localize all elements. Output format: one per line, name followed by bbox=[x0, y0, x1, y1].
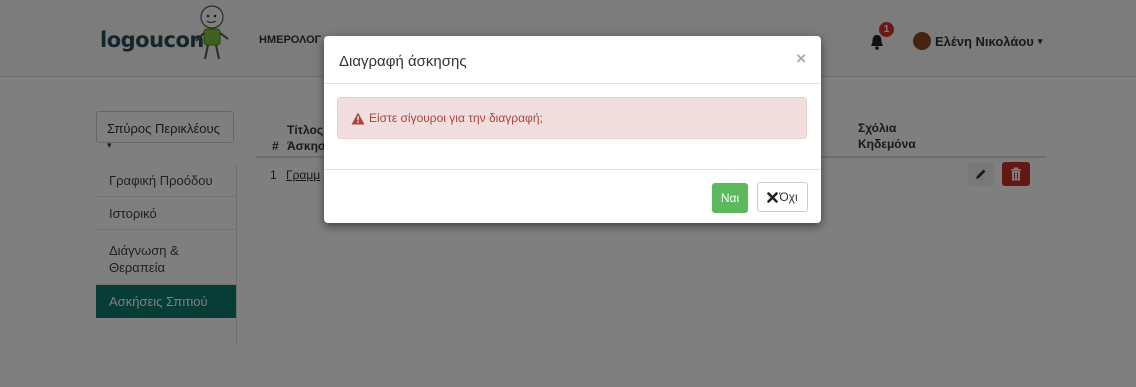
confirm-yes-button[interactable]: Ναι bbox=[712, 183, 748, 213]
delete-confirm-modal: Διαγραφή άσκησης × Είστε σίγουροι για τη… bbox=[324, 36, 821, 223]
warning-alert: Είστε σίγουροι για την διαγραφή; bbox=[337, 97, 807, 139]
alert-text: Είστε σίγουροι για την διαγραφή; bbox=[369, 111, 543, 125]
cancel-no-button[interactable]: Όχι bbox=[757, 182, 808, 212]
x-icon bbox=[767, 191, 779, 203]
close-icon[interactable]: × bbox=[796, 49, 806, 69]
warning-icon bbox=[351, 112, 365, 124]
modal-title: Διαγραφή άσκησης bbox=[339, 53, 467, 70]
cancel-label: Όχι bbox=[779, 190, 798, 204]
modal-header: Διαγραφή άσκησης × bbox=[324, 36, 821, 84]
